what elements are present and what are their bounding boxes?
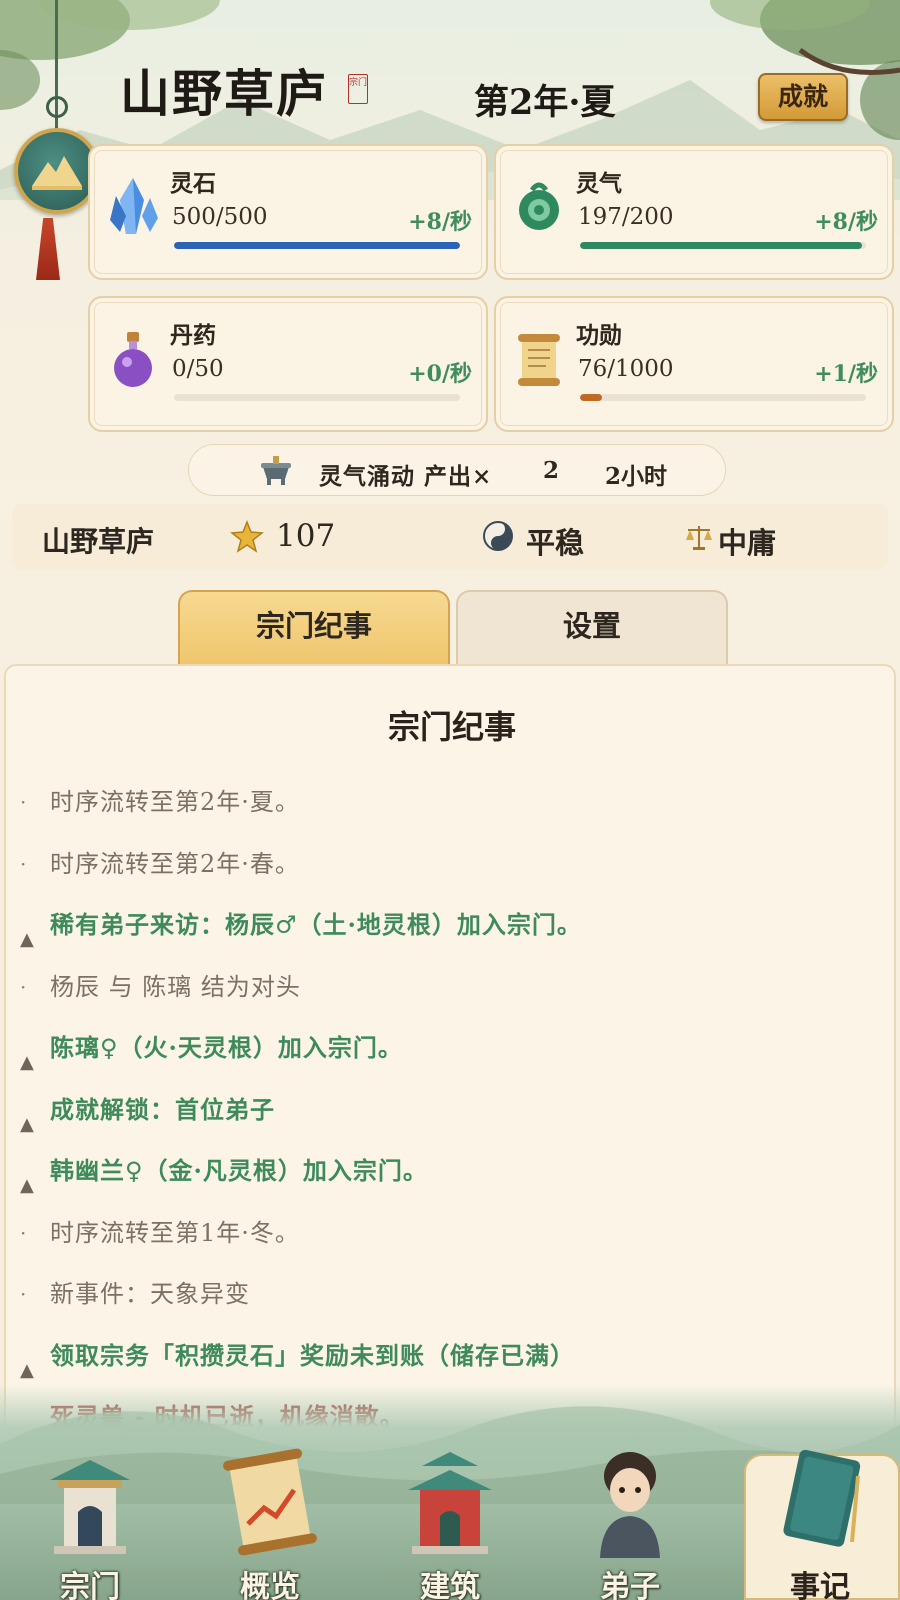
- chronicle-entry-text: 陈璃♀（火·天灵根）加入宗门。: [50, 1033, 403, 1062]
- star-icon: [230, 520, 264, 553]
- bullet-marker: ·: [20, 1220, 27, 1245]
- nav-label: 概览: [240, 1570, 300, 1600]
- resource-label: 丹药: [170, 322, 216, 349]
- alignment-value: 中庸: [718, 526, 777, 560]
- resource-progress-bar: [174, 394, 460, 401]
- resource-rate: +8/秒: [408, 209, 472, 235]
- nav-overview[interactable]: 概览: [180, 1446, 360, 1600]
- resource-progress-fill: [174, 242, 460, 249]
- season-label: 第2年·夏: [474, 82, 616, 123]
- book-icon: [783, 1449, 861, 1547]
- buff-text: 灵气涌动 产出×: [319, 463, 493, 490]
- stability-value: 平稳: [526, 526, 585, 560]
- chronicle-panel[interactable]: 宗门纪事 · 时序流转至第2年·夏。 · 时序流转至第2年·春。 ▲ 稀有弟子来访：杨辰♂…: [4, 664, 896, 1464]
- resource-label: 功勋: [576, 322, 622, 349]
- chronicle-title: 宗门纪事: [387, 708, 516, 746]
- tab-chronicle[interactable]: 宗门纪事: [178, 590, 450, 664]
- chronicle-entry-text: 时序流转至第2年·夏。: [50, 788, 300, 816]
- chronicle-entry: ▲ 稀有弟子来访：杨辰♂（土·地灵根）加入宗门。: [20, 905, 890, 967]
- pendant-ring: [46, 96, 68, 118]
- triangle-marker-icon: ▲: [20, 1113, 34, 1135]
- achievements-button[interactable]: 成就: [758, 73, 848, 121]
- sect-status-bar: 山野草庐 107 平稳 中庸: [12, 504, 888, 570]
- resource-progress-fill: [580, 394, 602, 401]
- chronicle-entry-text: 杨辰 与 陈璃 结为对头: [50, 972, 301, 1001]
- sect-title: 山野草庐: [120, 64, 328, 123]
- crystal-icon: [110, 178, 158, 234]
- resource-amount: 197/200: [578, 204, 674, 230]
- incense-burner-icon: [261, 456, 291, 485]
- bullet-marker: ·: [20, 974, 27, 999]
- status-sect-name: 山野草庐: [42, 525, 155, 558]
- resource-card-spirit-stone[interactable]: 灵石 500/500 +8/秒: [88, 144, 488, 280]
- chronicle-entry: ▲ 陈璃♀（火·天灵根）加入宗门。: [20, 1028, 890, 1090]
- jade-dragon-icon: [519, 182, 559, 230]
- buff-duration: 2小时: [605, 463, 668, 490]
- nav-chronicle[interactable]: 事记: [730, 1446, 900, 1600]
- resource-amount: 0/50: [172, 356, 224, 382]
- chronicle-entry-text: 时序流转至第2年·春。: [50, 849, 300, 878]
- nav-disciples[interactable]: 弟子: [540, 1446, 720, 1600]
- resource-card-spirit-qi[interactable]: 灵气 197/200 +8/秒: [494, 144, 894, 280]
- nav-sect[interactable]: 宗门: [0, 1446, 180, 1600]
- resource-label: 灵气: [576, 170, 622, 197]
- bullet-marker: ·: [20, 1282, 27, 1306]
- yin-yang-icon: [483, 521, 513, 551]
- resource-rate: +1/秒: [814, 361, 878, 387]
- chart-scroll-icon: [223, 1448, 317, 1556]
- chronicle-entry-text: 领取宗务「积攒灵石」奖励未到账（储存已满）: [50, 1340, 575, 1370]
- resource-card-merit[interactable]: 功勋 76/1000 +1/秒: [494, 296, 894, 432]
- chronicle-entry: · 杨辰 与 陈璃 结为对头: [20, 967, 890, 1029]
- chronicle-entry-text: 成就解锁：首位弟子: [50, 1094, 275, 1124]
- resource-progress-fill: [580, 242, 862, 249]
- fame-value: 107: [276, 518, 336, 554]
- chronicle-entry: · 新事件：天象异变: [20, 1274, 890, 1336]
- triangle-marker-icon: ▲: [20, 1359, 34, 1381]
- chronicle-entry: · 时序流转至第2年·夏。: [20, 782, 890, 844]
- triangle-marker-icon: ▲: [20, 1175, 34, 1196]
- chronicle-entry-text: 韩幽兰♀（金·凡灵根）加入宗门。: [50, 1156, 428, 1185]
- bullet-marker: ·: [20, 790, 27, 814]
- app-root: 山野草庐 宗门 第2年·夏 成就 灵石 500/500 +8/秒 灵气 197/…: [0, 0, 900, 1600]
- balance-scale-icon: [686, 526, 712, 550]
- disciple-icon: [600, 1452, 660, 1558]
- resource-card-elixir[interactable]: 丹药 0/50 +0/秒: [88, 296, 488, 432]
- buff-banner[interactable]: 灵气涌动 产出× 2 2小时: [188, 444, 726, 496]
- nav-label: 建筑: [420, 1570, 480, 1600]
- bullet-marker: ·: [20, 851, 27, 876]
- nav-label: 弟子: [600, 1570, 660, 1600]
- sect-gate-icon: [50, 1460, 130, 1554]
- buff-multiplier: 2: [543, 457, 560, 484]
- chronicle-entry: · 时序流转至第2年·春。: [20, 844, 890, 906]
- resource-progress-bar: [580, 394, 866, 401]
- resource-rate: +0/秒: [408, 361, 472, 387]
- potion-icon: [114, 332, 152, 387]
- nav-label: 事记: [790, 1570, 850, 1600]
- seal-stamp: 宗门: [348, 74, 368, 104]
- scroll-icon: [518, 334, 560, 386]
- resource-progress-bar: [174, 242, 460, 249]
- tab-settings[interactable]: 设置: [456, 590, 728, 664]
- chronicle-entry-text: 稀有弟子来访：杨辰♂（土·地灵根）加入宗门。: [50, 910, 582, 939]
- resource-rate: +8/秒: [814, 209, 878, 235]
- nav-label: 宗门: [60, 1570, 120, 1600]
- resource-amount: 76/1000: [578, 356, 674, 382]
- triangle-marker-icon: ▲: [20, 929, 34, 950]
- triangle-marker-icon: ▲: [20, 1052, 34, 1073]
- chronicle-entry: · 时序流转至第1年·冬。: [20, 1213, 890, 1275]
- resource-label: 灵石: [170, 170, 216, 197]
- chronicle-entry-text: 时序流转至第1年·冬。: [50, 1218, 300, 1247]
- resource-amount: 500/500: [172, 204, 268, 230]
- chronicle-log[interactable]: · 时序流转至第2年·夏。 · 时序流转至第2年·春。 ▲ 稀有弟子来访：杨辰♂（土·地灵…: [20, 782, 890, 1459]
- nav-buildings[interactable]: 建筑: [360, 1446, 540, 1600]
- pavilion-icon: [408, 1452, 492, 1554]
- chronicle-entry: ▲ 成就解锁：首位弟子: [20, 1090, 890, 1152]
- chronicle-entry: ▲ 韩幽兰♀（金·凡灵根）加入宗门。: [20, 1151, 890, 1213]
- resource-progress-bar: [580, 242, 866, 249]
- chronicle-entry-text: 新事件：天象异变: [50, 1280, 250, 1308]
